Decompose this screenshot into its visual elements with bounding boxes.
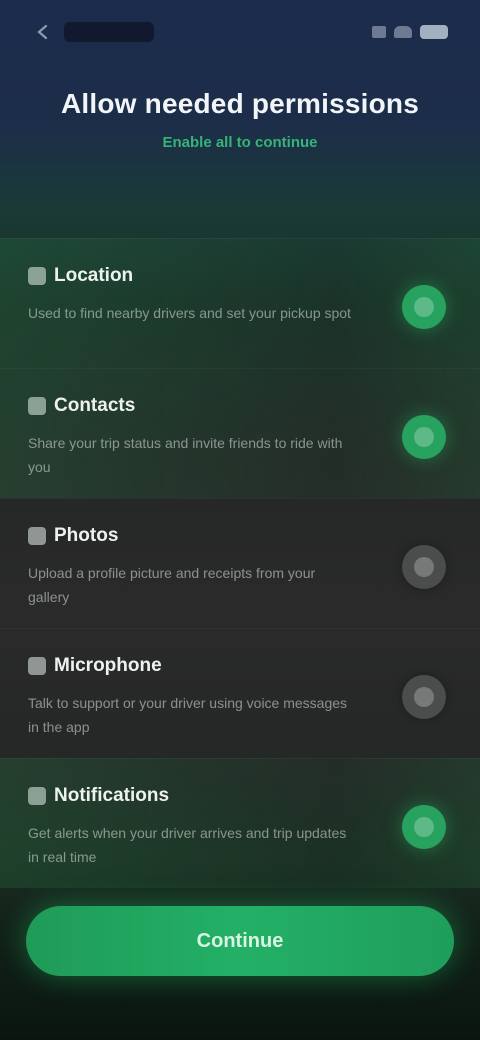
- status-right: [372, 25, 448, 39]
- page-subtitle: Enable all to continue: [162, 134, 318, 151]
- permission-item-contacts[interactable]: Contacts Share your trip status and invi…: [0, 368, 480, 498]
- header: Allow needed permissions Enable all to c…: [0, 88, 480, 151]
- permission-item-notifications[interactable]: Notifications Get alerts when your drive…: [0, 758, 480, 888]
- permission-list: Location Used to find nearby drivers and…: [0, 238, 480, 888]
- status-bar: [0, 0, 480, 64]
- permission-label: Notifications: [54, 785, 170, 806]
- toggle-knob: [414, 817, 434, 837]
- wifi-icon: [394, 26, 412, 38]
- permission-title: Notifications: [28, 785, 452, 807]
- toggle-knob: [414, 297, 434, 317]
- permission-description: Used to find nearby drivers and set your…: [28, 305, 351, 321]
- permission-description: Upload a profile picture and receipts fr…: [28, 565, 316, 605]
- permission-item-photos[interactable]: Photos Upload a profile picture and rece…: [0, 498, 480, 628]
- permission-title: Microphone: [28, 655, 452, 677]
- permission-label: Photos: [54, 525, 119, 546]
- photo-icon: [28, 527, 46, 545]
- bell-icon: [28, 787, 46, 805]
- contacts-icon: [28, 397, 46, 415]
- toggle-knob: [414, 687, 434, 707]
- battery-icon: [420, 25, 448, 39]
- permission-title: Contacts: [28, 395, 452, 417]
- microphone-icon: [28, 657, 46, 675]
- app-name-chip: [64, 22, 154, 42]
- permission-item-microphone[interactable]: Microphone Talk to support or your drive…: [0, 628, 480, 758]
- toggle-knob: [414, 557, 434, 577]
- toggle-knob: [414, 427, 434, 447]
- permission-label: Contacts: [54, 395, 136, 416]
- permission-description: Talk to support or your driver using voi…: [28, 695, 348, 735]
- permission-description: Get alerts when your driver arrives and …: [28, 825, 347, 865]
- back-arrow-icon[interactable]: [32, 21, 54, 43]
- permission-label: Microphone: [54, 655, 162, 676]
- permission-title: Location: [28, 265, 452, 287]
- permission-title: Photos: [28, 525, 452, 547]
- permission-description: Share your trip status and invite friend…: [28, 435, 343, 475]
- microphone-toggle[interactable]: [402, 675, 446, 719]
- notifications-toggle[interactable]: [402, 805, 446, 849]
- photos-toggle[interactable]: [402, 545, 446, 589]
- signal-icon: [372, 26, 386, 38]
- status-left: [32, 21, 154, 43]
- permission-label: Location: [54, 265, 134, 286]
- permission-item-location[interactable]: Location Used to find nearby drivers and…: [0, 238, 480, 368]
- location-icon: [28, 267, 46, 285]
- continue-button[interactable]: Continue: [26, 906, 454, 976]
- page-title: Allow needed permissions: [61, 88, 419, 119]
- location-toggle[interactable]: [402, 285, 446, 329]
- contacts-toggle[interactable]: [402, 415, 446, 459]
